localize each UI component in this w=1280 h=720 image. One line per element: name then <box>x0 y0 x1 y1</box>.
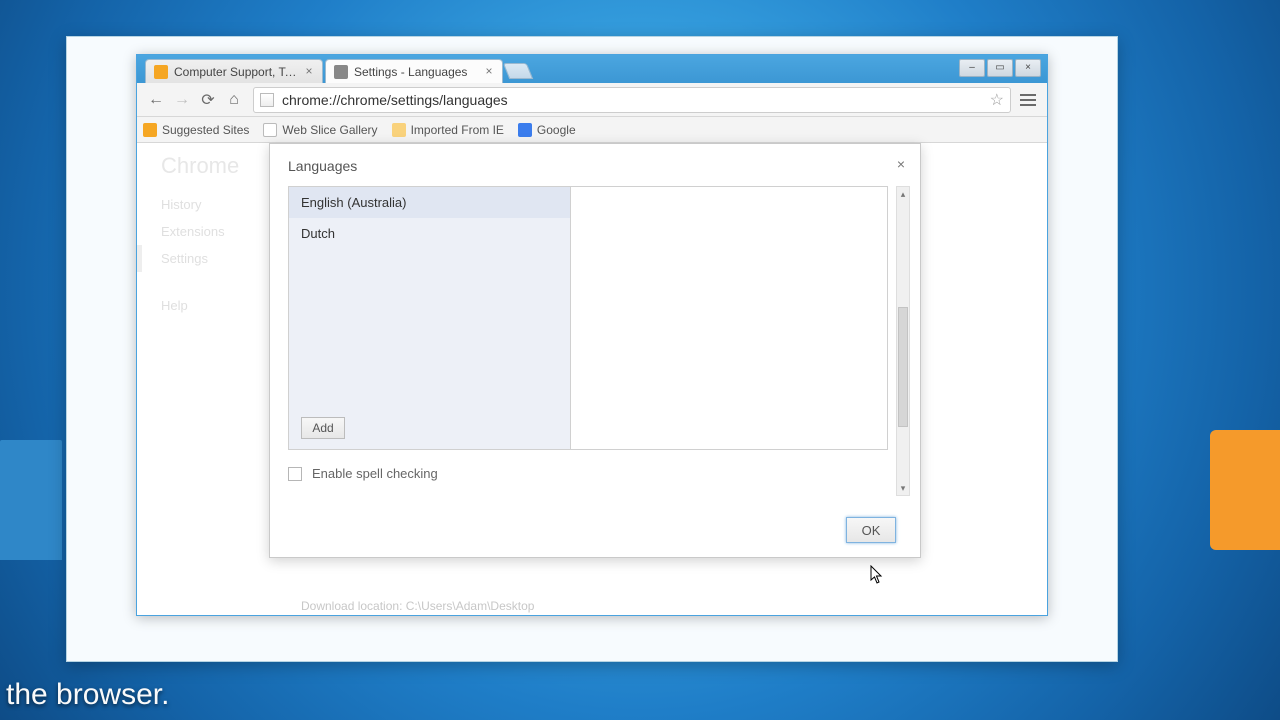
bookmark-imported-from-ie[interactable]: Imported From IE <box>392 123 504 137</box>
dialog-scrollbar[interactable]: ▴ ▾ <box>896 186 910 496</box>
close-icon[interactable]: × <box>482 65 496 79</box>
side-nav: History Extensions Settings Help <box>137 191 257 319</box>
decoration <box>0 440 62 560</box>
tab-label: Computer Support, Tech <box>174 65 302 79</box>
sidebar-item-help[interactable]: Help <box>137 292 257 319</box>
spellcheck-label: Enable spell checking <box>312 466 438 481</box>
bookmark-icon <box>263 123 277 137</box>
video-subtitle: the browser. <box>6 678 169 712</box>
bookmark-label: Suggested Sites <box>162 123 249 137</box>
dialog-close-button[interactable]: × <box>892 156 910 174</box>
favicon-icon <box>154 65 168 79</box>
close-icon[interactable]: × <box>302 65 316 79</box>
window-caption-buttons: – ▭ × <box>957 59 1041 77</box>
desktop-background: Computer Support, Tech × Settings - Lang… <box>0 0 1280 720</box>
bookmark-suggested-sites[interactable]: Suggested Sites <box>143 123 249 137</box>
bookmarks-bar: Suggested Sites Web Slice Gallery Import… <box>137 117 1047 143</box>
add-language-button[interactable]: Add <box>301 417 345 439</box>
bookmark-label: Imported From IE <box>411 123 504 137</box>
tab-settings-languages[interactable]: Settings - Languages × <box>325 59 503 83</box>
sidebar-item-history[interactable]: History <box>137 191 257 218</box>
new-tab-button[interactable] <box>503 63 533 79</box>
minimize-button[interactable]: – <box>959 59 985 77</box>
ok-button[interactable]: OK <box>846 517 896 543</box>
close-window-button[interactable]: × <box>1015 59 1041 77</box>
bookmark-web-slice[interactable]: Web Slice Gallery <box>263 123 377 137</box>
toolbar: ← → ⟳ ⌂ ☆ <box>137 83 1047 117</box>
spellcheck-row: Enable spell checking <box>288 466 438 481</box>
languages-dialog: Languages × English (Australia) Dutch Ad… <box>269 143 921 558</box>
folder-icon <box>392 123 406 137</box>
tab-label: Settings - Languages <box>354 65 482 79</box>
maximize-button[interactable]: ▭ <box>987 59 1013 77</box>
bookmark-label: Web Slice Gallery <box>282 123 377 137</box>
language-item-english-au[interactable]: English (Australia) <box>289 187 570 218</box>
page-icon <box>260 93 274 107</box>
chrome-window: Computer Support, Tech × Settings - Lang… <box>136 54 1048 616</box>
tab-strip: Computer Support, Tech × Settings - Lang… <box>137 55 1047 83</box>
page-title: Chrome <box>161 153 239 179</box>
bookmark-google[interactable]: Google <box>518 123 576 137</box>
settings-page: Chrome History Extensions Settings Help … <box>137 143 1047 615</box>
tab-computer-support[interactable]: Computer Support, Tech × <box>145 59 323 83</box>
sidebar-item-settings[interactable]: Settings <box>137 245 257 272</box>
chrome-menu-button[interactable] <box>1015 87 1041 113</box>
bookmark-icon <box>143 123 157 137</box>
favicon-icon <box>334 65 348 79</box>
url-input[interactable] <box>282 88 982 112</box>
sidebar-item-extensions[interactable]: Extensions <box>137 218 257 245</box>
omnibox[interactable]: ☆ <box>253 87 1011 113</box>
scroll-down-icon[interactable]: ▾ <box>897 481 909 495</box>
home-button[interactable]: ⌂ <box>221 87 247 113</box>
dialog-title: Languages <box>288 158 357 174</box>
bookmark-label: Google <box>537 123 576 137</box>
language-item-dutch[interactable]: Dutch <box>289 218 570 249</box>
reload-button[interactable]: ⟳ <box>195 87 221 113</box>
language-panel: English (Australia) Dutch Add <box>288 186 888 450</box>
bookmark-icon <box>518 123 532 137</box>
spellcheck-checkbox[interactable] <box>288 467 302 481</box>
forward-button[interactable]: → <box>169 87 195 113</box>
download-location-text: Download location: C:\Users\Adam\Desktop <box>301 599 534 613</box>
bookmark-star-icon[interactable]: ☆ <box>990 90 1004 110</box>
decoration <box>1210 430 1280 550</box>
scroll-up-icon[interactable]: ▴ <box>897 187 909 201</box>
back-button[interactable]: ← <box>143 87 169 113</box>
scroll-thumb[interactable] <box>898 307 908 427</box>
language-list: English (Australia) Dutch Add <box>289 187 571 449</box>
